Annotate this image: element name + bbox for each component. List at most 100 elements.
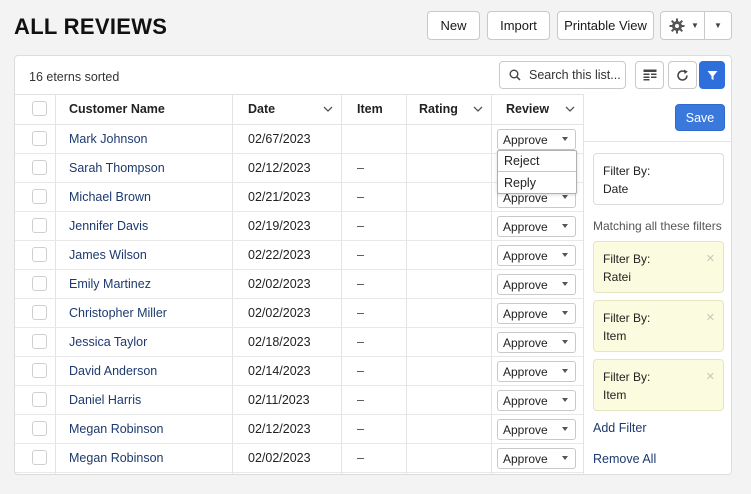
chevron-down-icon <box>565 106 575 112</box>
column-header-label: Rating <box>419 102 458 116</box>
column-header-label: Customer Name <box>69 102 165 116</box>
chevron-down-icon <box>562 427 568 431</box>
review-select[interactable]: Approve <box>497 303 576 324</box>
customer-name-link[interactable]: Jennifer Davis <box>69 212 148 240</box>
date-cell: 02/67/2023 <box>248 132 311 146</box>
filter-card[interactable]: Filter By: Item ✕ <box>593 300 724 352</box>
row-checkbox[interactable] <box>32 131 47 146</box>
search-placeholder: Search this list... <box>529 68 621 82</box>
filter-card[interactable]: Filter By: Ratei ✕ <box>593 241 724 293</box>
chevron-down-icon <box>323 106 333 112</box>
row-checkbox[interactable] <box>32 247 47 262</box>
table-row: Christopher Miller 02/02/2023 – Approve <box>15 299 583 328</box>
settings-menu-button[interactable]: ▼ <box>660 11 705 40</box>
item-cell: – <box>357 190 364 204</box>
refresh-icon <box>677 69 688 81</box>
review-select[interactable]: Approve <box>497 129 576 150</box>
item-cell: – <box>357 335 364 349</box>
column-header-item[interactable]: Item <box>341 94 406 124</box>
remove-all-link[interactable]: Remove All <box>593 452 656 466</box>
review-select[interactable]: Approve <box>497 274 576 295</box>
review-select-value: Approve <box>503 277 548 292</box>
customer-name-link[interactable]: Christopher Miller <box>69 299 167 327</box>
date-cell: 02/02/2023 <box>248 451 311 465</box>
customer-name-link[interactable]: David Anderson <box>69 357 157 385</box>
review-select[interactable]: Approve <box>497 390 576 411</box>
row-checkbox[interactable] <box>32 218 47 233</box>
search-input[interactable]: Search this list... <box>499 61 626 89</box>
close-icon[interactable]: ✕ <box>706 250 715 268</box>
filter-card[interactable]: Filter By: Item ✕ <box>593 359 724 411</box>
matching-filters-title: Matching all these filters <box>593 219 722 233</box>
chevron-down-icon <box>562 137 568 141</box>
customer-name-link[interactable]: Sarah Thompson <box>69 154 165 182</box>
review-select[interactable]: Approve <box>497 419 576 440</box>
row-checkbox[interactable] <box>32 392 47 407</box>
close-icon[interactable]: ✕ <box>706 309 715 327</box>
customer-name-link[interactable]: James Wilson <box>69 241 147 269</box>
dropdown-option-reject[interactable]: Reject <box>498 151 576 172</box>
date-cell: 02/14/2023 <box>248 364 311 378</box>
chevron-down-icon <box>562 282 568 286</box>
filter-value: Item <box>603 388 627 402</box>
gear-icon <box>669 18 685 33</box>
review-select[interactable]: Approve <box>497 245 576 266</box>
review-select[interactable]: Approve <box>497 332 576 353</box>
date-cell: 02/19/2023 <box>248 219 311 233</box>
select-all-cell <box>15 94 55 124</box>
chevron-down-icon <box>562 398 568 402</box>
row-checkbox[interactable] <box>32 363 47 378</box>
import-button[interactable]: Import <box>487 11 550 40</box>
chevron-down-icon <box>473 106 483 112</box>
filter-label: Filter By: <box>603 252 651 266</box>
table-row: Jennifer Davis 02/19/2023 – Approve <box>15 212 583 241</box>
item-cell: – <box>357 248 364 262</box>
new-button[interactable]: New <box>427 11 480 40</box>
column-header-review[interactable]: Review <box>491 94 583 124</box>
current-filter-card[interactable]: Filter By: Date <box>593 153 724 205</box>
review-select[interactable]: Approve <box>497 216 576 237</box>
table-view-button[interactable] <box>635 61 664 89</box>
item-cell: – <box>357 219 364 233</box>
review-select-value: Approve <box>503 393 548 408</box>
chevron-down-icon <box>562 340 568 344</box>
customer-name-link[interactable]: Emily Martinez <box>69 270 151 298</box>
close-icon[interactable]: ✕ <box>706 368 715 386</box>
column-header-customer-name[interactable]: Customer Name <box>55 94 232 124</box>
select-all-checkbox[interactable] <box>32 101 47 116</box>
save-button[interactable]: Save <box>675 104 725 131</box>
review-select[interactable]: Approve <box>497 448 576 469</box>
row-checkbox[interactable] <box>32 450 47 465</box>
customer-name-link[interactable]: Michael Brown <box>69 183 151 211</box>
filter-button[interactable] <box>699 61 725 89</box>
row-checkbox[interactable] <box>32 305 47 320</box>
column-header-rating[interactable]: Rating <box>406 94 491 124</box>
customer-name-link[interactable]: Daniel Harris <box>69 386 141 414</box>
date-cell: 02/02/2023 <box>248 306 311 320</box>
item-cell: – <box>357 277 364 291</box>
customer-name-link[interactable]: Jessica Taylor <box>69 328 147 356</box>
dropdown-option-reply[interactable]: Reply <box>498 172 576 193</box>
add-filter-link[interactable]: Add Filter <box>593 421 647 435</box>
filter-value: Ratei <box>603 270 632 284</box>
row-checkbox[interactable] <box>32 160 47 175</box>
filter-value: Date <box>603 182 629 196</box>
table-row: David Anderson 02/14/2023 – Approve <box>15 357 583 386</box>
customer-name-link[interactable]: Mark Johnson <box>69 125 148 153</box>
review-select-value: Approve <box>503 219 548 234</box>
row-checkbox[interactable] <box>32 189 47 204</box>
customer-name-link[interactable]: Megan Robinson <box>69 444 164 472</box>
customer-name-link[interactable]: Megan Robinson <box>69 415 164 443</box>
column-header-date[interactable]: Date <box>232 94 341 124</box>
row-checkbox[interactable] <box>32 276 47 291</box>
refresh-button[interactable] <box>668 61 697 89</box>
review-select-value: Approve <box>503 364 548 379</box>
row-checkbox[interactable] <box>32 421 47 436</box>
review-select-value: Approve <box>503 422 548 437</box>
review-select[interactable]: Approve <box>497 361 576 382</box>
date-cell: 02/02/2023 <box>248 277 311 291</box>
printable-view-button[interactable]: Printable View <box>557 11 654 40</box>
date-cell: 02/21/2023 <box>248 190 311 204</box>
row-checkbox[interactable] <box>32 334 47 349</box>
more-actions-button[interactable]: ▼ <box>704 11 732 40</box>
